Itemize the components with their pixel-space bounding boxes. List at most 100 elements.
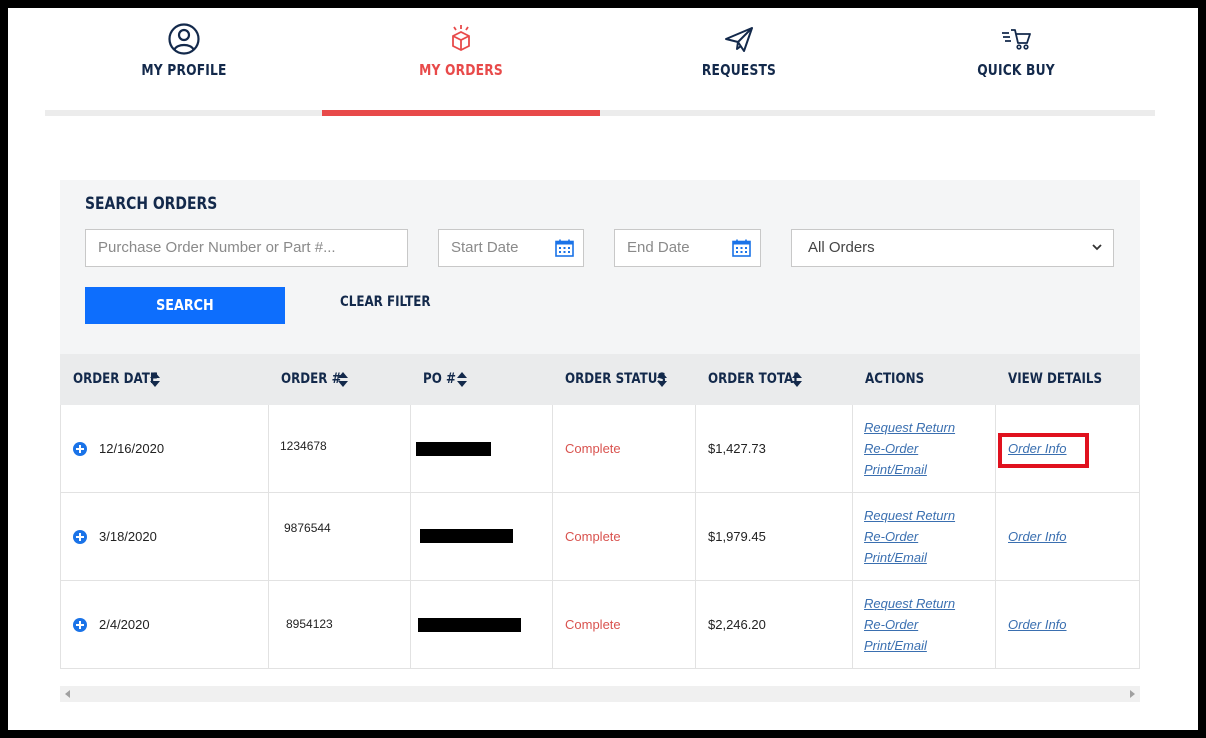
cell-order-status: Complete [553,493,696,581]
print-email-link[interactable]: Print/Email [864,550,927,565]
cell-order-status: Complete [553,405,696,493]
tab-quick-buy-label: QUICK BUY [977,61,1055,79]
page-frame: MY PROFILE MY ORDERS REQUESTS QUICK BUY … [8,8,1198,730]
order-date: 2/4/2020 [99,617,150,632]
end-date-input[interactable]: End Date [614,229,761,267]
table-row: 12/16/2020 1234678 Complete $1,427.73 Re… [60,405,1140,493]
cell-view-details: Order Info [996,581,1141,669]
start-date-placeholder: Start Date [451,239,519,256]
sort-icon[interactable] [792,372,802,387]
table-row: 3/18/2020 9876544 Complete $1,979.45 Req… [60,493,1140,581]
col-view-details: VIEW DETAILS [1008,354,1119,405]
sort-icon[interactable] [457,372,467,387]
cell-actions: Request Return Re-Order Print/Email [853,581,996,669]
scroll-left-arrow[interactable] [65,690,70,698]
redacted-po [416,442,491,456]
paper-plane-icon [725,27,753,52]
cell-view-details: Order Info [996,405,1141,493]
start-date-input[interactable]: Start Date [438,229,584,267]
print-email-link[interactable]: Print/Email [864,638,927,653]
order-date: 3/18/2020 [99,529,157,544]
cell-order-number: 8954123 [269,581,411,669]
order-total: $1,427.73 [708,441,766,456]
sort-icon[interactable] [657,372,667,387]
col-view-details-label: VIEW DETAILS [1008,371,1103,387]
order-info-link[interactable]: Order Info [1008,617,1067,632]
cell-order-date: 3/18/2020 [61,493,269,581]
clear-filter-button[interactable]: CLEAR FILTER [340,294,431,310]
order-total: $1,979.45 [708,529,766,544]
order-status: Complete [565,529,621,544]
reorder-link[interactable]: Re-Order [864,617,918,632]
cell-po-number [411,581,553,669]
order-number: 8954123 [286,617,333,631]
request-return-link[interactable]: Request Return [864,508,955,523]
calendar-icon[interactable] [732,239,751,257]
cell-view-details: Order Info [996,493,1141,581]
cell-order-number: 9876544 [269,493,411,581]
order-filter-value: All Orders [808,239,875,256]
order-status: Complete [565,441,621,456]
cell-po-number [411,405,553,493]
po-search-placeholder: Purchase Order Number or Part #... [98,239,336,256]
search-orders-panel: SEARCH ORDERS Purchase Order Number or P… [60,180,1140,354]
table-row: 2/4/2020 8954123 Complete $2,246.20 Requ… [60,581,1140,669]
scroll-right-arrow[interactable] [1130,690,1135,698]
search-orders-title: SEARCH ORDERS [85,194,218,214]
cell-order-status: Complete [553,581,696,669]
request-return-link[interactable]: Request Return [864,596,955,611]
sort-icon[interactable] [338,372,348,387]
col-po-number[interactable]: PO # [423,354,462,405]
col-order-date-label: ORDER DATE [73,371,159,387]
account-nav: MY PROFILE MY ORDERS REQUESTS QUICK BUY [45,8,1155,116]
end-date-placeholder: End Date [627,239,690,256]
cell-order-total: $1,427.73 [696,405,853,493]
cell-order-total: $1,979.45 [696,493,853,581]
order-total: $2,246.20 [708,617,766,632]
order-info-link[interactable]: Order Info [1008,529,1067,544]
user-circle-icon [168,23,200,55]
chevron-down-icon [1092,244,1102,251]
cell-order-total: $2,246.20 [696,581,853,669]
cell-po-number [411,493,553,581]
horizontal-scrollbar[interactable] [60,686,1140,702]
order-date: 12/16/2020 [99,441,165,456]
cart-icon [1002,29,1031,50]
cell-order-number: 1234678 [269,405,411,493]
request-return-link[interactable]: Request Return [864,420,955,435]
order-number: 9876544 [284,521,331,535]
col-actions: ACTIONS [865,354,935,405]
po-search-input[interactable]: Purchase Order Number or Part #... [85,229,408,267]
col-po-number-label: PO # [423,371,456,387]
redacted-po [420,529,513,543]
order-number: 1234678 [280,439,327,453]
highlight-box [998,433,1089,468]
col-actions-label: ACTIONS [865,371,925,387]
order-filter-select[interactable]: All Orders [791,229,1114,267]
cell-actions: Request Return Re-Order Print/Email [853,405,996,493]
expand-row-icon[interactable] [73,530,87,544]
search-button[interactable]: SEARCH [85,287,285,324]
search-button-label: SEARCH [156,296,214,314]
col-order-total-label: ORDER TOTAL [708,371,801,387]
redacted-po [418,618,521,632]
nav-underline [45,110,1155,116]
tab-my-orders[interactable]: MY ORDERS [322,8,600,116]
tab-my-profile-label: MY PROFILE [141,61,227,79]
tab-my-orders-label: MY ORDERS [419,61,503,79]
expand-row-icon[interactable] [73,618,87,632]
reorder-link[interactable]: Re-Order [864,441,918,456]
calendar-icon[interactable] [555,239,574,257]
tab-requests[interactable]: REQUESTS [600,8,878,116]
reorder-link[interactable]: Re-Order [864,529,918,544]
table-header: ORDER DATE ORDER # PO # ORDER STATUS ORD… [60,354,1140,405]
tab-my-profile[interactable]: MY PROFILE [45,8,323,116]
cell-order-date: 12/16/2020 [61,405,269,493]
sort-icon[interactable] [150,372,160,387]
col-order-status-label: ORDER STATUS [565,371,667,387]
nav-active-indicator [322,110,600,116]
print-email-link[interactable]: Print/Email [864,462,927,477]
cell-order-date: 2/4/2020 [61,581,269,669]
expand-row-icon[interactable] [73,442,87,456]
tab-quick-buy[interactable]: QUICK BUY [877,8,1155,116]
